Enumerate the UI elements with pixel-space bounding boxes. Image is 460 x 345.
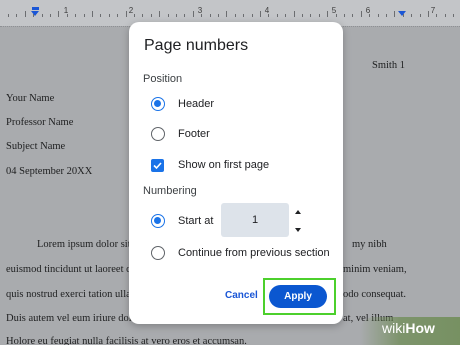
doc-line: 04 September 20XX (6, 166, 93, 177)
ruler-tick (134, 14, 135, 17)
ruler-tick (444, 14, 446, 17)
ruler-tick (285, 14, 287, 17)
ruler-tick (394, 11, 396, 17)
ruler-tick (335, 14, 337, 17)
cancel-button[interactable]: Cancel (225, 290, 258, 301)
dialog-title: Page numbers (144, 37, 249, 54)
watermark-part: How (405, 320, 435, 336)
ruler-tick (352, 14, 354, 17)
ruler-tick (117, 14, 119, 17)
ruler-tick (201, 14, 203, 17)
ruler-tick (402, 14, 404, 17)
doc-line: Your Name (6, 93, 55, 104)
header-text: Smith 1 (372, 60, 405, 71)
ruler-tick (428, 11, 429, 17)
ruler-tick (276, 14, 278, 17)
body-line: Lorem ipsum dolor sit (37, 239, 131, 250)
start-at-input[interactable]: 1 (221, 203, 289, 237)
doc-line: Subject Name (6, 141, 66, 152)
ruler-tick (318, 14, 320, 17)
left-indent-marker[interactable] (31, 11, 39, 16)
ruler-tick (75, 14, 77, 17)
wikihow-logo: wikiHow (382, 320, 435, 342)
ruler-tick (24, 11, 26, 17)
ruler-tick (108, 14, 110, 17)
continue-option-label[interactable]: Continue from previous section (178, 247, 330, 259)
continue-radio[interactable] (151, 246, 165, 260)
decrement-arrow-icon[interactable] (295, 228, 301, 232)
ruler-tick (293, 11, 295, 17)
position-section-label: Position (143, 73, 183, 85)
ruler-tick (83, 14, 85, 17)
show-first-page-label[interactable]: Show on first page (178, 159, 269, 171)
ruler-tick (92, 11, 93, 17)
ruler-tick (176, 14, 177, 17)
ruler-tick (302, 14, 303, 17)
body-line-right: odo consequat. (343, 289, 406, 300)
ruler-tick (167, 14, 169, 17)
numbering-section-label: Numbering (143, 185, 197, 197)
ruler-tick (150, 14, 152, 17)
ruler-tick (142, 14, 144, 17)
ruler-tick (411, 14, 413, 17)
ruler-tick (251, 14, 253, 17)
ruler-tick (453, 14, 455, 17)
checkmark-icon (153, 162, 162, 170)
body-line: quis nostrud exerci tation ullan (6, 289, 137, 300)
ruler-number: 7 (430, 6, 436, 15)
ruler-tick (159, 11, 161, 17)
ruler-tick (243, 14, 245, 17)
ruler-tick (436, 14, 438, 17)
ruler-tick (16, 14, 18, 17)
ruler-tick (327, 11, 329, 17)
ruler-tick (260, 11, 261, 17)
doc-line: Professor Name (6, 117, 74, 128)
ruler-tick (8, 14, 9, 17)
ruler-tick (218, 14, 219, 17)
ruler-tick (344, 14, 345, 17)
watermark-part: wiki (382, 320, 406, 336)
body-line: Duis autem vel eum iriure dolo (6, 313, 137, 324)
ruler-tick (226, 11, 228, 17)
ruler-tick (50, 14, 51, 17)
show-first-page-checkbox[interactable] (151, 159, 164, 172)
ruler-tick (209, 14, 211, 17)
header-option-label[interactable]: Header (178, 98, 214, 110)
body-line: euismod tincidunt ut laoreet d (6, 264, 132, 275)
apply-button[interactable]: Apply (269, 285, 327, 308)
ruler-tick (369, 14, 371, 17)
ruler-number: 2 (128, 6, 134, 15)
ruler-tick (192, 11, 194, 17)
footer-option-label[interactable]: Footer (178, 128, 210, 140)
ruler-tick (386, 14, 387, 17)
ruler-tick (184, 14, 186, 17)
ruler-tick (360, 11, 362, 17)
header-radio[interactable] (151, 97, 165, 111)
footer-radio[interactable] (151, 127, 165, 141)
ruler-tick (66, 14, 68, 17)
ruler-tick (100, 14, 102, 17)
ruler-tick (41, 14, 43, 17)
ruler-tick (58, 11, 60, 17)
body-line: Holore eu feugiat nulla facilisis at ver… (6, 336, 247, 345)
ruler-tick (33, 14, 35, 17)
ruler-tick (234, 14, 236, 17)
ruler-tick (268, 14, 270, 17)
first-line-indent-marker[interactable] (32, 7, 39, 10)
ruler-tick (377, 14, 379, 17)
start-at-radio[interactable] (151, 214, 165, 228)
start-at-label[interactable]: Start at (178, 215, 213, 227)
ruler-tick (125, 11, 127, 17)
ruler-tick (310, 14, 312, 17)
ruler-tick (419, 14, 421, 17)
apply-highlight: Apply (263, 278, 336, 315)
increment-arrow-icon[interactable] (295, 210, 301, 214)
body-line-right: minim veniam, (343, 264, 407, 275)
body-line-right: my nibh (352, 239, 387, 250)
